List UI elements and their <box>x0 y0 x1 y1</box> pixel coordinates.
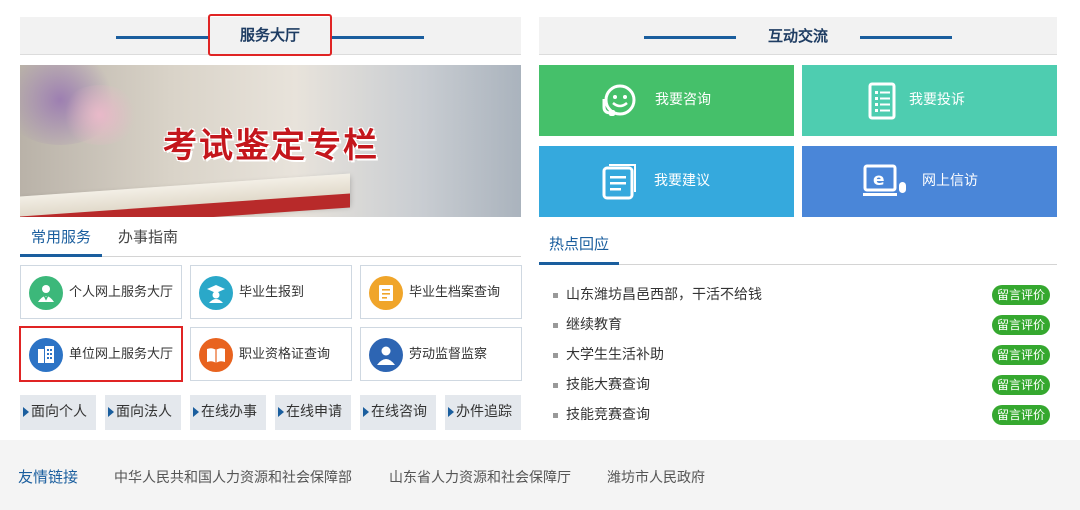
service-graduate-archive[interactable]: 毕业生档案查询 <box>360 265 522 319</box>
page: 服务大厅 互动交流 考试鉴定专栏 常用服务 办事指南 个人网上服务大厅 毕业生报… <box>0 0 1080 510</box>
hot-replies-tab[interactable]: 热点回应 <box>539 226 619 265</box>
nav-label: 在线申请 <box>286 404 342 420</box>
nav-label: 在线咨询 <box>371 404 427 420</box>
service-labor-supervision[interactable]: 劳动监督监察 <box>360 327 522 381</box>
tile-suggestion[interactable]: 我要建议 <box>539 146 794 217</box>
list-item: 继续教育 留言评价 <box>553 313 1050 337</box>
person-icon <box>29 276 63 310</box>
folder-icon <box>369 276 403 310</box>
triangle-icon <box>193 407 199 417</box>
triangle-icon <box>23 407 29 417</box>
nav-label: 办件追踪 <box>456 404 512 420</box>
tab-guide[interactable]: 办事指南 <box>108 221 188 257</box>
service-label: 个人网上服务大厅 <box>69 285 174 300</box>
supervisor-icon <box>369 338 403 372</box>
link-mohrss[interactable]: 中华人民共和国人力资源和社会保障部 <box>114 467 352 487</box>
tile-label: 我要建议 <box>654 173 710 189</box>
hot-reply-link[interactable]: 大学生生活补助 <box>566 343 664 367</box>
header-line-right <box>332 36 424 39</box>
nav-label: 面向法人 <box>116 404 172 420</box>
service-personal-hall[interactable]: 个人网上服务大厅 <box>20 265 182 319</box>
bullet-icon <box>553 353 558 358</box>
service-label: 毕业生档案查询 <box>409 285 501 300</box>
comment-rating-button[interactable]: 留言评价 <box>992 405 1050 425</box>
hot-reply-link[interactable]: 技能竞赛查询 <box>566 403 650 427</box>
comment-rating-button[interactable]: 留言评价 <box>992 285 1050 305</box>
friendly-links-title: 友情链接 <box>18 468 79 486</box>
friendly-links: 友情链接 中华人民共和国人力资源和社会保障部 山东省人力资源和社会保障厅 潍坊市… <box>0 440 1080 510</box>
nav-online-apply[interactable]: 在线申请 <box>275 395 351 430</box>
document-list-icon <box>868 82 896 120</box>
hot-reply-link[interactable]: 技能大赛查询 <box>566 373 650 397</box>
certificate-icon <box>199 338 233 372</box>
document-icon <box>602 164 636 200</box>
nav-label: 在线办事 <box>201 404 257 420</box>
service-section-header: 服务大厅 <box>20 14 521 56</box>
triangle-icon <box>278 407 284 417</box>
chat-face-icon <box>602 84 636 116</box>
tile-label: 网上信访 <box>922 173 978 189</box>
nav-label: 面向个人 <box>31 404 87 420</box>
triangle-icon <box>448 407 454 417</box>
header-line-left <box>644 36 736 39</box>
list-item: 大学生生活补助 留言评价 <box>553 343 1050 367</box>
service-label: 职业资格证查询 <box>239 347 331 362</box>
nav-for-legal-person[interactable]: 面向法人 <box>105 395 181 430</box>
tile-label: 我要咨询 <box>655 92 711 108</box>
header-line-right <box>860 36 952 39</box>
bullet-icon <box>553 323 558 328</box>
service-qualification-query[interactable]: 职业资格证查询 <box>190 327 352 381</box>
hot-reply-link[interactable]: 继续教育 <box>566 313 622 337</box>
banner-title: 考试鉴定专栏 <box>163 126 379 166</box>
service-tabs: 常用服务 办事指南 <box>20 221 521 257</box>
triangle-icon <box>108 407 114 417</box>
link-shandong-hrss[interactable]: 山东省人力资源和社会保障厅 <box>389 467 571 487</box>
interaction-section-header: 互动交流 <box>539 17 1057 55</box>
comment-rating-button[interactable]: 留言评价 <box>992 345 1050 365</box>
nav-online-service[interactable]: 在线办事 <box>190 395 266 430</box>
bullet-icon <box>553 383 558 388</box>
service-label: 单位网上服务大厅 <box>69 347 174 362</box>
link-weifang-government[interactable]: 潍坊市人民政府 <box>607 467 705 487</box>
triangle-icon <box>363 407 369 417</box>
banner-flower-blur <box>60 85 140 145</box>
graduate-icon <box>199 276 233 310</box>
service-graduate-report[interactable]: 毕业生报到 <box>190 265 352 319</box>
list-item: 技能竞赛查询 留言评价 <box>553 403 1050 427</box>
header-line-left <box>116 36 208 39</box>
tab-common-services[interactable]: 常用服务 <box>20 221 102 257</box>
tile-online-petition[interactable]: e 网上信访 <box>802 146 1057 217</box>
service-label: 毕业生报到 <box>239 285 305 300</box>
nav-online-consult[interactable]: 在线咨询 <box>360 395 436 430</box>
comment-rating-button[interactable]: 留言评价 <box>992 375 1050 395</box>
comment-rating-button[interactable]: 留言评价 <box>992 315 1050 335</box>
interaction-section-title: 互动交流 <box>767 27 828 45</box>
service-label: 劳动监督监察 <box>409 347 488 362</box>
list-item: 山东潍坊昌邑西部，干活不给钱 留言评价 <box>553 283 1050 307</box>
service-section-title: 服务大厅 <box>208 14 332 56</box>
svg-text:e: e <box>873 170 885 190</box>
exam-banner[interactable]: 考试鉴定专栏 <box>20 65 521 217</box>
nav-for-individual[interactable]: 面向个人 <box>20 395 96 430</box>
tile-consult[interactable]: 我要咨询 <box>539 65 794 136</box>
tile-complaint[interactable]: 我要投诉 <box>802 65 1057 136</box>
service-unit-hall[interactable]: 单位网上服务大厅 <box>19 326 183 382</box>
computer-icon: e <box>863 164 906 196</box>
tile-label: 我要投诉 <box>909 92 965 108</box>
list-item: 技能大赛查询 留言评价 <box>553 373 1050 397</box>
hot-replies-header: 热点回应 <box>539 226 1057 265</box>
nav-case-tracking[interactable]: 办件追踪 <box>445 395 521 430</box>
building-icon <box>29 338 63 372</box>
bullet-icon <box>553 293 558 298</box>
hot-reply-link[interactable]: 山东潍坊昌邑西部，干活不给钱 <box>566 283 762 307</box>
bullet-icon <box>553 413 558 418</box>
